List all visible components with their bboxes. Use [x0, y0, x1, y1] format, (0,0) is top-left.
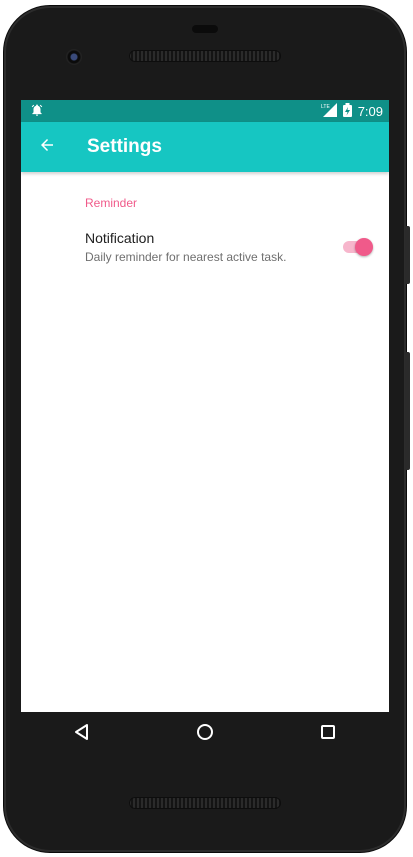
status-bar: LTE 7:09: [21, 100, 389, 122]
notification-preference[interactable]: Notification Daily reminder for nearest …: [21, 230, 389, 264]
page-title: Settings: [87, 136, 162, 157]
bottom-speaker: [129, 797, 281, 809]
front-camera: [66, 49, 82, 65]
screen: LTE 7:09 Settings Reminder Notification …: [21, 100, 389, 712]
app-bar: Settings: [21, 122, 389, 172]
nav-home-button[interactable]: [175, 712, 235, 756]
svg-text:LTE: LTE: [321, 104, 330, 110]
preference-summary: Daily reminder for nearest active task.: [85, 250, 287, 264]
preference-text: Notification Daily reminder for nearest …: [85, 230, 286, 264]
back-button[interactable]: [23, 122, 71, 172]
power-button: [405, 226, 410, 284]
section-header-reminder: Reminder: [85, 196, 138, 210]
volume-button: [405, 352, 410, 470]
battery-charging-icon: [342, 102, 352, 120]
earpiece-slot: [192, 25, 218, 33]
notification-toggle[interactable]: [343, 237, 373, 257]
nav-recents-button[interactable]: [298, 712, 358, 756]
top-speaker: [129, 50, 281, 62]
preference-title: Notification: [85, 230, 155, 246]
nav-home-icon: [196, 723, 214, 746]
status-time: 7:09: [357, 103, 383, 119]
nav-back-icon: [73, 723, 91, 746]
arrow-back-icon: [38, 136, 56, 159]
nav-recents-icon: [319, 723, 337, 746]
status-icons: LTE 7:09: [321, 102, 383, 120]
navigation-bar: [21, 712, 389, 756]
switch-thumb: [355, 238, 373, 256]
lte-signal-icon: LTE: [321, 102, 337, 120]
alarm-icon: [30, 103, 44, 120]
nav-back-button[interactable]: [52, 712, 112, 756]
